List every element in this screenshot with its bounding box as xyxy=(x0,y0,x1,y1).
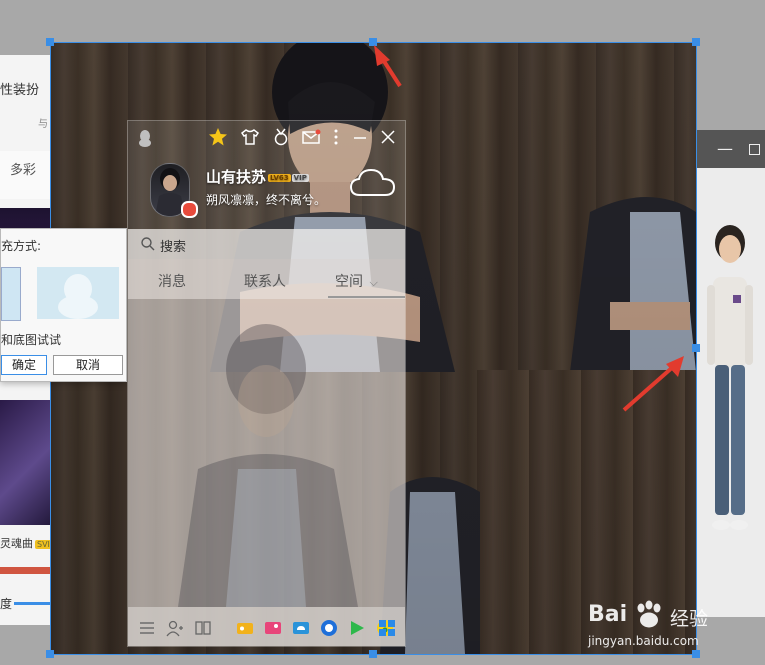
watermark-url: jingyan.baidu.com xyxy=(588,634,699,648)
baidu-jingyan-watermark: Bai 经验 jingyan.baidu.com xyxy=(588,600,718,658)
watermark-brand-2: 经验 xyxy=(670,608,709,630)
watermark-brand: Bai xyxy=(588,602,628,627)
arrow-right xyxy=(622,356,684,412)
arrow-top xyxy=(374,45,402,88)
annotation-arrows xyxy=(374,45,684,412)
paw-logo-icon xyxy=(637,600,661,628)
